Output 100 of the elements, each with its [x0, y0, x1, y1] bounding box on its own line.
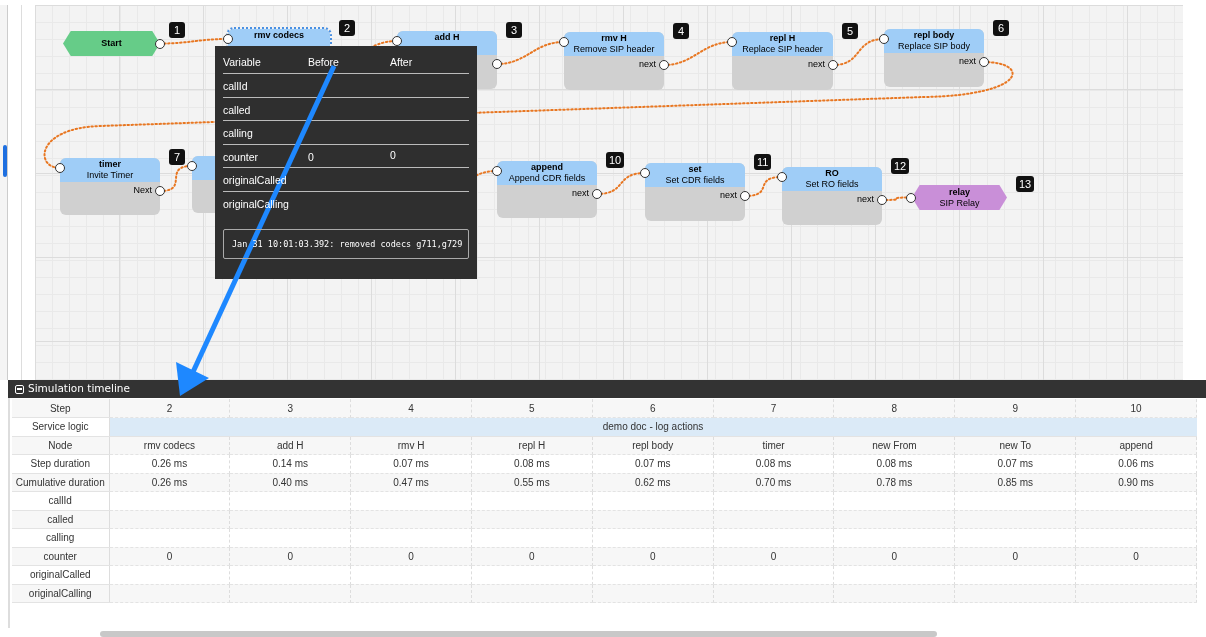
- step-badge: 7: [169, 149, 185, 165]
- port-handle[interactable]: [740, 191, 750, 201]
- variable-name: calling: [223, 127, 253, 140]
- table-cell: 5: [471, 399, 593, 418]
- step-badge: 12: [891, 158, 910, 174]
- resize-handle[interactable]: [3, 145, 7, 177]
- step-badge: 1: [169, 22, 185, 38]
- port-handle[interactable]: [492, 59, 502, 69]
- step-badge: 3: [506, 22, 522, 38]
- table-cell: new From: [833, 436, 955, 455]
- port-handle[interactable]: [877, 195, 887, 205]
- port-handle[interactable]: [777, 172, 787, 182]
- node-subtitle: Append CDR fields: [508, 173, 586, 184]
- after-value: 0: [390, 147, 396, 163]
- row-header: Cumulative duration: [12, 473, 109, 492]
- port-handle[interactable]: [659, 60, 669, 70]
- table-cell: repl body: [592, 436, 714, 455]
- row-header: Node: [12, 436, 109, 455]
- table-cell: 0.70 ms: [713, 473, 834, 492]
- table-cell: 3: [229, 399, 351, 418]
- table-cell: 8: [833, 399, 955, 418]
- port-handle[interactable]: [727, 37, 737, 47]
- step-badge: 4: [673, 23, 689, 39]
- variable-name: called: [223, 103, 251, 116]
- port-handle[interactable]: [492, 166, 502, 176]
- node-title: append: [531, 162, 563, 173]
- column-header: Before: [308, 54, 340, 70]
- node-subtitle: Remove SIP header: [573, 44, 655, 55]
- variable-name: counter: [223, 150, 259, 163]
- step-node[interactable]: set Set CDR fields next: [645, 163, 745, 221]
- port-label: next: [572, 188, 589, 199]
- port-label: Next: [133, 185, 152, 196]
- table-cell: 0.85 ms: [954, 473, 1076, 492]
- port-handle[interactable]: [640, 168, 650, 178]
- column-header: After: [390, 54, 413, 70]
- table-cell: 0: [833, 547, 955, 566]
- table-cell: 0.40 ms: [229, 473, 351, 492]
- node-subtitle: SIP Relay: [939, 197, 980, 209]
- table-cell: repl H: [471, 436, 593, 455]
- port-handle[interactable]: [155, 38, 165, 49]
- step-badge: 13: [1016, 176, 1035, 192]
- node-title: Start: [101, 38, 122, 49]
- step-node[interactable]: RO Set RO fields next: [782, 167, 882, 225]
- table-cell: add H: [229, 436, 351, 455]
- node-subtitle: Set CDR fields: [665, 175, 725, 186]
- table-cell: append: [1075, 436, 1197, 455]
- table-cell: 0: [1075, 547, 1197, 566]
- port-handle[interactable]: [979, 57, 989, 67]
- node-title: set: [688, 164, 702, 175]
- table-cell: 7: [713, 399, 834, 418]
- step-badge: 6: [993, 20, 1009, 36]
- step-node[interactable]: repl body Replace SIP body next: [884, 29, 984, 87]
- row-header: called: [12, 510, 109, 529]
- port-handle[interactable]: [55, 163, 65, 173]
- port-handle[interactable]: [223, 34, 233, 44]
- row-header: Service logic: [12, 417, 109, 436]
- table-cell: 0.55 ms: [471, 473, 593, 492]
- scrollbar-thumb[interactable]: [100, 631, 937, 637]
- node-subtitle: Replace SIP body: [898, 41, 970, 52]
- node-title: rmv H: [601, 33, 627, 44]
- port-label: next: [857, 194, 874, 205]
- table-cell: 0: [229, 547, 351, 566]
- node-title: add H: [434, 32, 460, 43]
- port-handle[interactable]: [187, 161, 197, 171]
- table-cell: 10: [1075, 399, 1197, 418]
- variable-name: callId: [223, 80, 248, 93]
- step-node[interactable]: append Append CDR fields next: [497, 161, 597, 218]
- timeline-header[interactable]: Simulation timeline: [8, 380, 1206, 398]
- port-label: next: [959, 56, 976, 67]
- port-handle[interactable]: [155, 186, 165, 196]
- start-node[interactable]: Start: [63, 31, 160, 56]
- node-title: timer: [99, 159, 121, 170]
- node-title: rmv codecs: [254, 30, 304, 41]
- step-badge: 11: [754, 154, 772, 170]
- port-handle[interactable]: [559, 37, 569, 47]
- table-cell: rmv H: [350, 436, 472, 455]
- table-cell: 0.90 ms: [1075, 473, 1197, 492]
- port-handle[interactable]: [592, 189, 602, 199]
- node-subtitle: Replace SIP header: [742, 44, 823, 55]
- port-label: next: [808, 59, 825, 70]
- port-handle[interactable]: [879, 34, 889, 44]
- node-title: relay: [949, 186, 970, 198]
- row-header: callId: [12, 491, 109, 510]
- step-node[interactable]: rmv H Remove SIP header next: [564, 32, 664, 90]
- table-cell: 0: [109, 547, 230, 566]
- table-cell: 0: [713, 547, 834, 566]
- table-cell: rmv codecs: [109, 436, 230, 455]
- step-node[interactable]: timer Invite Timer Next: [60, 158, 160, 215]
- row-header: originalCalling: [12, 584, 109, 603]
- step-node[interactable]: repl H Replace SIP header next: [732, 32, 833, 90]
- table-cell: 0.78 ms: [833, 473, 955, 492]
- port-handle[interactable]: [828, 60, 838, 70]
- node-subtitle: Invite Timer: [86, 170, 134, 181]
- table-cell: 0: [350, 547, 472, 566]
- end-node[interactable]: relay SIP Relay: [912, 185, 1007, 210]
- port-handle[interactable]: [906, 192, 916, 203]
- collapse-icon[interactable]: [15, 384, 24, 394]
- table-cell: 0: [954, 547, 1076, 566]
- table-cell: 0: [471, 547, 593, 566]
- step-badge: 10: [606, 152, 625, 168]
